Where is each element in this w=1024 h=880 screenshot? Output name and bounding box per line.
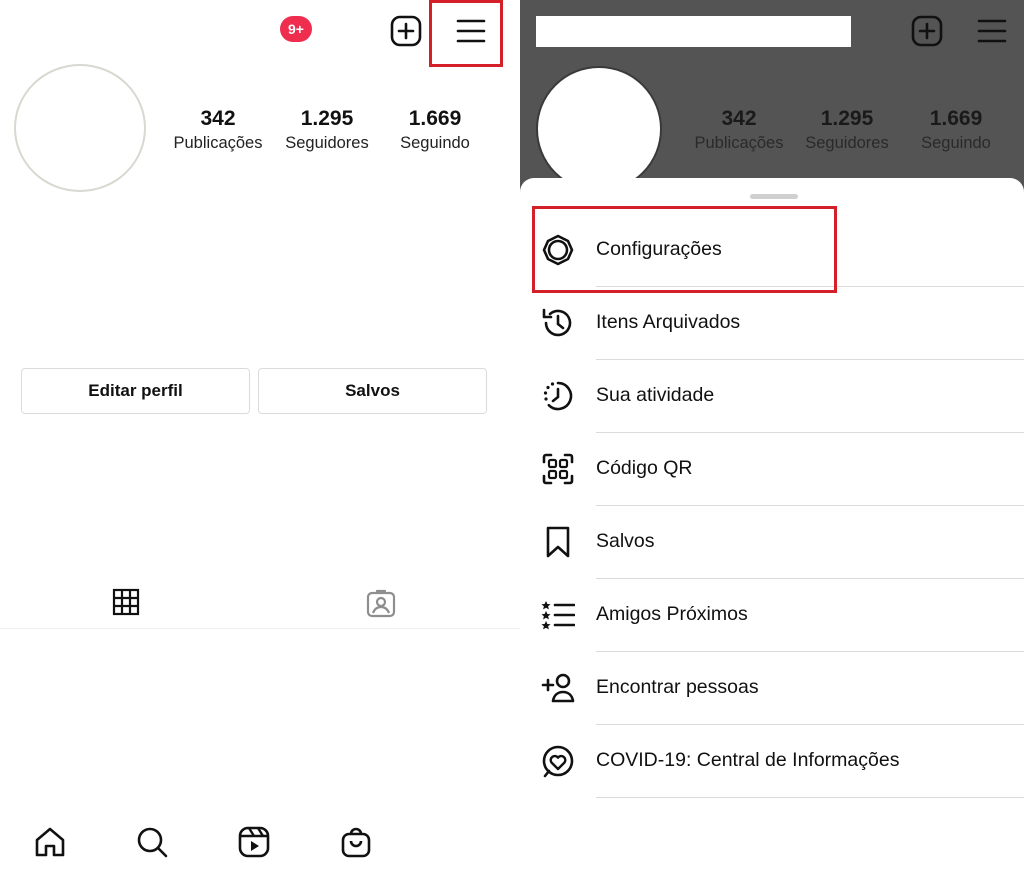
menu-item-qr-code[interactable]: Código QR xyxy=(520,433,1024,506)
menu-item-label: Itens Arquivados xyxy=(596,311,741,333)
activity-clock-icon xyxy=(540,378,576,414)
stat-followers[interactable]: 1.295 Seguidores xyxy=(272,106,382,154)
hamburger-menu-icon[interactable] xyxy=(972,12,1012,50)
avatar[interactable] xyxy=(536,66,662,192)
menu-item-saved[interactable]: Salvos xyxy=(520,506,1024,579)
stat-followers[interactable]: 1.295 Seguidores xyxy=(792,106,902,154)
grid-tab-icon[interactable] xyxy=(110,586,142,618)
covid-info-heart-icon xyxy=(540,743,576,779)
edit-profile-button[interactable]: Editar perfil xyxy=(21,368,250,414)
menu-item-label: Amigos Próximos xyxy=(596,603,748,625)
stat-posts[interactable]: 342 Publicações xyxy=(163,106,273,154)
new-post-icon[interactable] xyxy=(908,12,946,50)
stat-value: 1.295 xyxy=(300,107,354,130)
home-icon[interactable] xyxy=(32,824,68,860)
search-icon[interactable] xyxy=(134,824,170,860)
avatar[interactable] xyxy=(14,64,146,192)
stat-following[interactable]: 1.669 Seguindo xyxy=(380,106,490,154)
close-friends-list-icon xyxy=(540,597,576,633)
stat-following[interactable]: 1.669 Seguindo xyxy=(901,106,1011,154)
saved-button[interactable]: Salvos xyxy=(258,368,487,414)
menu-item-label: Código QR xyxy=(596,457,693,479)
profile-screen: 9+ 342 Publicações 1.295 Seguidores 1.66… xyxy=(0,0,520,880)
stat-value: 1.669 xyxy=(929,107,983,130)
menu-divider xyxy=(596,797,1024,798)
notification-badge[interactable]: 9+ xyxy=(280,16,312,42)
menu-item-label: Sua atividade xyxy=(596,384,715,406)
menu-item-label: Encontrar pessoas xyxy=(596,676,759,698)
menu-item-covid-info[interactable]: COVID-19: Central de Informações xyxy=(520,725,1024,798)
sheet-drag-handle[interactable] xyxy=(750,194,798,199)
menu-item-find-people[interactable]: Encontrar pessoas xyxy=(520,652,1024,725)
tagged-tab-icon[interactable] xyxy=(364,586,398,620)
stat-value: 342 xyxy=(200,107,236,130)
menu-item-label: Salvos xyxy=(596,530,655,552)
menu-item-close-friends[interactable]: Amigos Próximos xyxy=(520,579,1024,652)
stat-value: 1.295 xyxy=(820,107,874,130)
qr-code-icon xyxy=(540,451,576,487)
shop-bag-icon[interactable] xyxy=(338,824,374,860)
stat-label: Seguindo xyxy=(921,134,991,152)
new-post-icon[interactable] xyxy=(387,12,425,50)
archive-history-icon xyxy=(540,305,576,341)
stat-label: Seguidores xyxy=(285,134,369,152)
stat-label: Seguindo xyxy=(400,134,470,152)
highlight-box-settings xyxy=(532,206,837,293)
highlight-box-menu xyxy=(429,0,503,67)
stat-label: Publicações xyxy=(694,134,784,152)
menu-item-label: COVID-19: Central de Informações xyxy=(596,749,900,771)
redacted-username-bar xyxy=(536,16,851,47)
stat-value: 1.669 xyxy=(408,107,462,130)
bookmark-icon xyxy=(540,524,576,560)
stat-posts[interactable]: 342 Publicações xyxy=(684,106,794,154)
add-person-icon xyxy=(540,670,576,706)
stat-label: Seguidores xyxy=(805,134,889,152)
menu-item-archive[interactable]: Itens Arquivados xyxy=(520,287,1024,360)
tab-divider xyxy=(0,628,520,629)
stat-label: Publicações xyxy=(173,134,263,152)
menu-item-activity[interactable]: Sua atividade xyxy=(520,360,1024,433)
reels-icon[interactable] xyxy=(236,824,272,860)
stat-value: 342 xyxy=(721,107,757,130)
profile-menu-screen: 342 Publicações 1.295 Seguidores 1.669 S… xyxy=(520,0,1024,880)
